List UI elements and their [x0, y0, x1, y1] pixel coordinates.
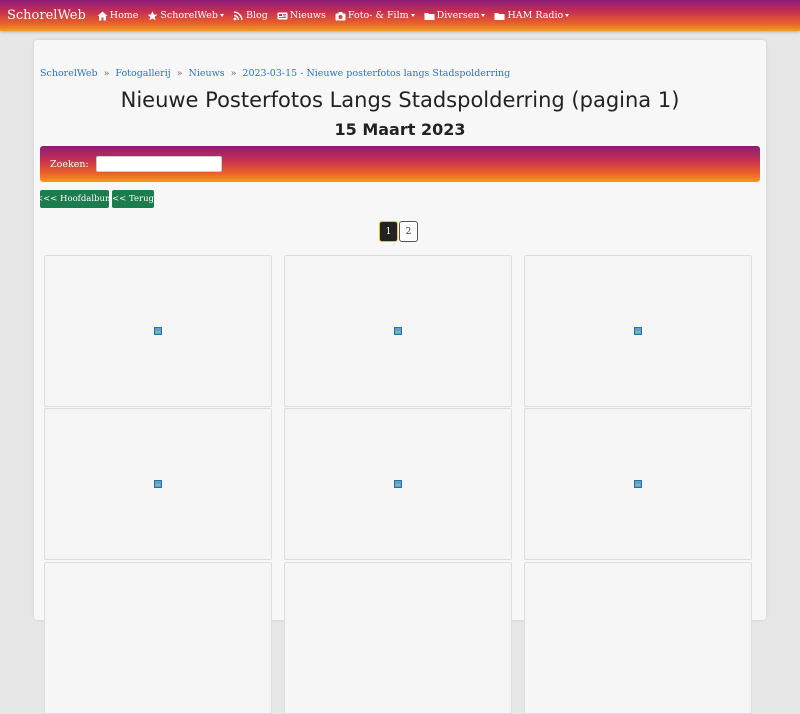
breadcrumb-separator: »	[176, 68, 183, 79]
nav-item-foto-film[interactable]: Foto- & Film	[335, 10, 415, 21]
main-album-button[interactable]: <<< Hoofdalbum	[36, 190, 113, 208]
home-icon	[97, 11, 108, 21]
top-navbar: SchorelWeb Home SchorelWeb Blog Nieuws F…	[0, 0, 800, 31]
newspaper-icon	[277, 11, 288, 21]
search-bar: Zoeken:	[40, 146, 760, 182]
broken-image-icon	[394, 327, 402, 335]
caret-down-icon	[565, 14, 570, 17]
broken-image-icon	[634, 327, 642, 335]
breadcrumb-item[interactable]: 2023-03-15 - Nieuwe posterfotos langs St…	[242, 68, 510, 79]
caret-down-icon	[481, 14, 486, 17]
brand-link[interactable]: SchorelWeb	[7, 8, 86, 23]
nav-item-label: Nieuws	[289, 10, 326, 21]
nav-item-schorelweb[interactable]: SchorelWeb	[147, 10, 224, 21]
search-label: Zoeken:	[50, 158, 89, 170]
nav-item-home[interactable]: Home	[97, 10, 139, 21]
nav-item-label: Foto- & Film	[347, 10, 409, 21]
breadcrumb-separator: »	[230, 68, 237, 79]
content-panel: SchorelWeb » Fotogallerij » Nieuws » 2023-03-1…	[34, 40, 766, 714]
camera-icon	[335, 11, 346, 21]
nav-item-label: Home	[109, 10, 139, 21]
gallery-thumbnail[interactable]	[524, 408, 752, 560]
search-input[interactable]	[95, 156, 222, 172]
breadcrumb-item[interactable]: SchorelWeb	[40, 68, 98, 79]
folder-icon	[424, 11, 435, 21]
gallery-thumbnail[interactable]	[44, 255, 272, 407]
rss-icon	[233, 11, 244, 21]
breadcrumb-item[interactable]: Nieuws	[189, 68, 225, 79]
broken-image-icon	[634, 480, 642, 488]
gallery-thumbnail[interactable]	[524, 562, 752, 714]
page-2-button[interactable]: 2	[399, 221, 418, 242]
gallery-thumbnail[interactable]	[284, 562, 512, 714]
gallery-thumbnail[interactable]	[44, 408, 272, 560]
breadcrumb-separator: »	[103, 68, 110, 79]
nav-item-label: SchorelWeb	[160, 10, 218, 21]
page-title: Nieuwe Posterfotos Langs Stadspolderring…	[120, 88, 680, 112]
page-subtitle: 15 Maart 2023	[334, 120, 466, 139]
nav-item-diversen[interactable]: Diversen	[424, 10, 486, 21]
back-button[interactable]: << Terug	[112, 190, 154, 208]
nav-item-label: Blog	[245, 10, 268, 21]
nav-item-label: Diversen	[436, 10, 480, 21]
gallery-thumbnail[interactable]	[524, 255, 752, 407]
breadcrumb: SchorelWeb » Fotogallerij » Nieuws » 2023-03-1…	[40, 68, 510, 79]
gallery-thumbnail[interactable]	[284, 408, 512, 560]
nav-item-nieuws[interactable]: Nieuws	[277, 10, 326, 21]
caret-down-icon	[410, 14, 415, 17]
page-1-button[interactable]: 1	[379, 221, 398, 242]
broken-image-icon	[154, 480, 162, 488]
nav-item-label: HAM Radio	[507, 10, 564, 21]
broken-image-icon	[394, 480, 402, 488]
broken-image-icon	[154, 327, 162, 335]
nav-item-blog[interactable]: Blog	[233, 10, 268, 21]
gallery-thumbnail[interactable]	[284, 255, 512, 407]
folder-icon	[494, 11, 505, 21]
caret-down-icon	[219, 14, 224, 17]
breadcrumb-item[interactable]: Fotogallerij	[115, 68, 170, 79]
star-icon	[147, 10, 158, 21]
nav-item-ham-radio[interactable]: HAM Radio	[494, 10, 570, 21]
gallery-thumbnail[interactable]	[44, 562, 272, 714]
